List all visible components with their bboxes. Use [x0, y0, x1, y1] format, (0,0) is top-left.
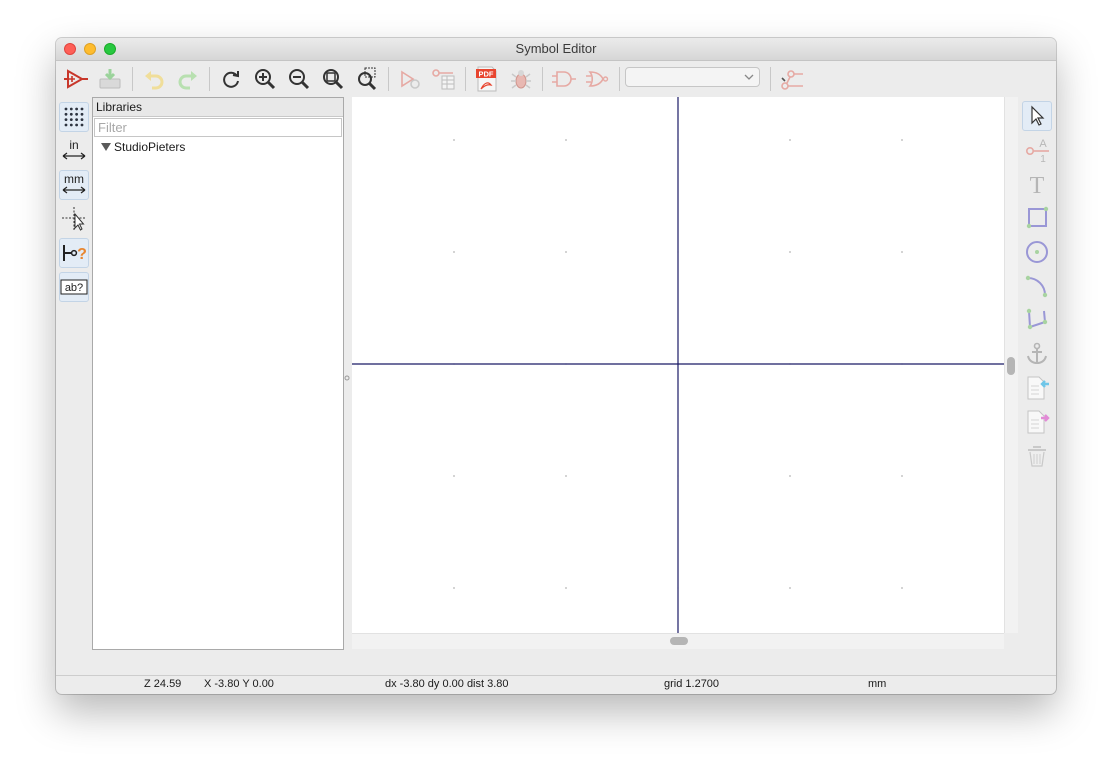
millimeter-units-icon[interactable]: mm [59, 170, 89, 200]
svg-text:in: in [69, 138, 78, 152]
full-crosshair-icon[interactable] [59, 204, 89, 234]
zoom-readout: Z 24.59 [144, 678, 182, 690]
close-window-button[interactable] [64, 43, 76, 55]
horizontal-scrollbar[interactable] [352, 633, 1004, 649]
delete-trash-icon[interactable] [1022, 441, 1052, 471]
grid-toggle-icon[interactable] [59, 102, 89, 132]
show-normal-body-icon[interactable] [550, 65, 578, 93]
svg-text:ab?: ab? [65, 282, 83, 294]
zoom-out-icon[interactable] [285, 65, 313, 93]
grid-dot [453, 139, 455, 141]
symbol-editor-window: Symbol Editor PDF in mm ? ab? Libraries … [56, 38, 1056, 694]
horizontal-scroll-thumb[interactable] [670, 637, 688, 645]
svg-text:PDF: PDF [479, 70, 494, 79]
zoom-in-icon[interactable] [251, 65, 279, 93]
zoom-fit-icon[interactable] [319, 65, 347, 93]
show-hidden-fields-icon[interactable]: ab? [59, 272, 89, 302]
main-toolbar: PDF [56, 61, 1056, 96]
unit-selector[interactable] [625, 67, 760, 87]
right-toolbar: A1 T [1018, 97, 1056, 649]
grid-dot [565, 475, 567, 477]
show-de-morgan-body-icon[interactable] [584, 65, 612, 93]
grid-dot [901, 475, 903, 477]
library-label: StudioPieters [114, 140, 186, 154]
grid-dot [789, 251, 791, 253]
delta-readout: dx -3.80 dy 0.00 dist 3.80 [385, 678, 509, 690]
undo-icon[interactable] [140, 65, 168, 93]
svg-text:T: T [1030, 173, 1045, 197]
left-toolbar: in mm ? ab? [56, 97, 92, 649]
panel-splitter-handle[interactable] [344, 368, 350, 381]
grid-dot [901, 587, 903, 589]
edit-pin-settings-icon[interactable] [778, 65, 806, 93]
zoom-selection-icon[interactable] [353, 65, 381, 93]
grid-dot [789, 139, 791, 141]
add-arc-icon[interactable] [1022, 271, 1052, 301]
export-graphics-icon[interactable] [1022, 407, 1052, 437]
symbol-properties-icon[interactable] [396, 65, 424, 93]
select-arrow-icon[interactable] [1022, 101, 1052, 131]
inches-units-icon[interactable]: in [59, 136, 89, 166]
libraries-header: Libraries [93, 98, 343, 117]
grid-dot [789, 475, 791, 477]
anchor-icon[interactable] [1022, 339, 1052, 369]
svg-text:?: ? [77, 246, 87, 263]
chevron-down-icon [744, 74, 754, 80]
new-symbol-icon[interactable] [62, 65, 90, 93]
maximize-window-button[interactable] [104, 43, 116, 55]
pin-table-icon[interactable] [430, 65, 458, 93]
libraries-panel: Libraries StudioPieters [92, 97, 344, 650]
minimize-window-button[interactable] [84, 43, 96, 55]
library-tree-item[interactable]: StudioPieters [101, 140, 185, 154]
add-rectangle-icon[interactable] [1022, 203, 1052, 233]
vertical-scrollbar[interactable] [1004, 97, 1018, 633]
add-polyline-icon[interactable] [1022, 305, 1052, 335]
units-readout: mm [868, 678, 887, 690]
add-pin-icon[interactable]: A1 [1022, 135, 1052, 165]
window-title: Symbol Editor [515, 41, 597, 56]
add-circle-icon[interactable] [1022, 237, 1052, 267]
show-pin-electrical-type-icon[interactable]: ? [59, 238, 89, 268]
expand-triangle-icon[interactable] [101, 143, 111, 151]
canvas-drawing [352, 97, 1004, 633]
export-pdf-icon[interactable]: PDF [473, 65, 501, 93]
library-filter-input[interactable] [94, 118, 342, 137]
add-text-icon[interactable]: T [1022, 169, 1052, 199]
run-erc-icon[interactable] [507, 65, 535, 93]
grid-dot [453, 475, 455, 477]
import-graphics-icon[interactable] [1022, 373, 1052, 403]
grid-dot [453, 251, 455, 253]
svg-text:A: A [1039, 138, 1047, 150]
svg-text:1: 1 [1040, 154, 1046, 164]
grid-dot [565, 587, 567, 589]
grid-size-readout: grid 1.2700 [664, 678, 720, 690]
vertical-scroll-thumb[interactable] [1007, 357, 1015, 375]
cursor-position-readout: X -3.80 Y 0.00 [204, 678, 274, 690]
title-bar: Symbol Editor [56, 38, 1056, 61]
save-icon[interactable] [96, 65, 124, 93]
grid-dot [789, 587, 791, 589]
grid-dot [453, 587, 455, 589]
grid-dot [565, 251, 567, 253]
svg-text:mm: mm [64, 172, 84, 186]
refresh-icon[interactable] [217, 65, 245, 93]
grid-dot [901, 251, 903, 253]
redo-icon[interactable] [174, 65, 202, 93]
status-bar: Z 24.59 X -3.80 Y 0.00 dx -3.80 dy 0.00 … [56, 676, 1056, 694]
symbol-canvas[interactable] [352, 97, 1004, 633]
grid-dot [901, 139, 903, 141]
grid-dot [565, 139, 567, 141]
